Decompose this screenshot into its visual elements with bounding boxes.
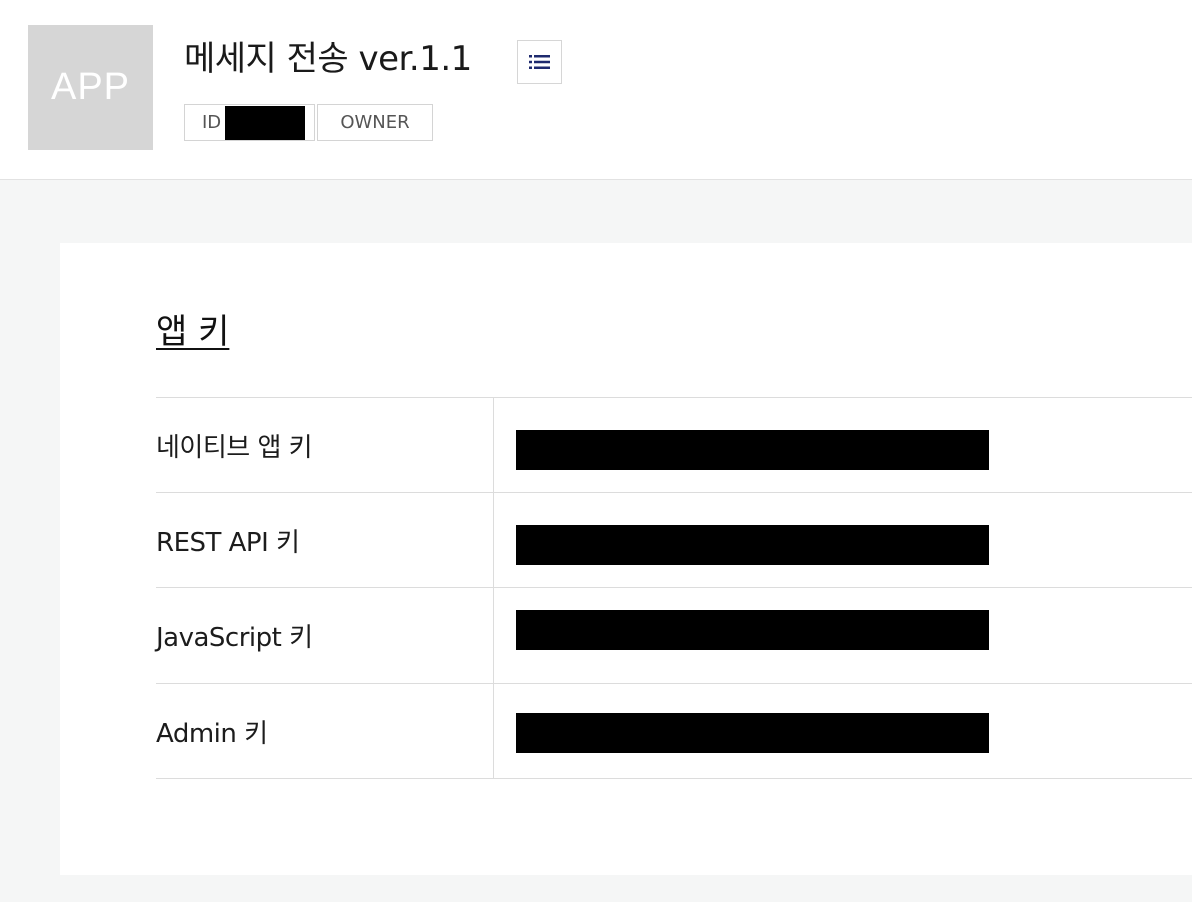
app-keys-table: 네이티브 앱 키 REST API 키 JavaScript 키 Admin 키 — [156, 397, 1192, 779]
app-keys-card: 앱 키 네이티브 앱 키 REST API 키 JavaScript 키 Adm… — [60, 243, 1192, 875]
key-row-javascript: JavaScript 키 — [156, 588, 1192, 684]
owner-tag: OWNER — [317, 104, 433, 141]
key-row-rest-api: REST API 키 — [156, 493, 1192, 588]
key-value-redacted[interactable] — [516, 610, 989, 650]
key-value-redacted[interactable] — [516, 713, 989, 753]
owner-label: OWNER — [340, 112, 410, 133]
key-row-admin: Admin 키 — [156, 684, 1192, 779]
key-label: Admin 키 — [156, 684, 494, 778]
app-title: 메세지 전송 ver.1.1 — [184, 39, 472, 79]
app-id-label: ID — [202, 112, 222, 133]
app-id-tag: ID — [184, 104, 315, 141]
key-label: JavaScript 키 — [156, 588, 494, 683]
app-icon: APP — [28, 25, 153, 150]
menu-button[interactable] — [517, 40, 562, 84]
section-title: 앱 키 — [156, 312, 230, 352]
app-id-redacted-value — [225, 105, 306, 140]
key-row-native: 네이티브 앱 키 — [156, 398, 1192, 493]
key-label: 네이티브 앱 키 — [156, 398, 494, 492]
list-icon — [528, 55, 550, 69]
app-header: APP 메세지 전송 ver.1.1 ID OWNER — [0, 0, 1192, 180]
key-value-redacted[interactable] — [516, 525, 989, 565]
key-label: REST API 키 — [156, 493, 494, 587]
key-value-redacted[interactable] — [516, 430, 989, 470]
app-icon-text: APP — [50, 66, 131, 108]
